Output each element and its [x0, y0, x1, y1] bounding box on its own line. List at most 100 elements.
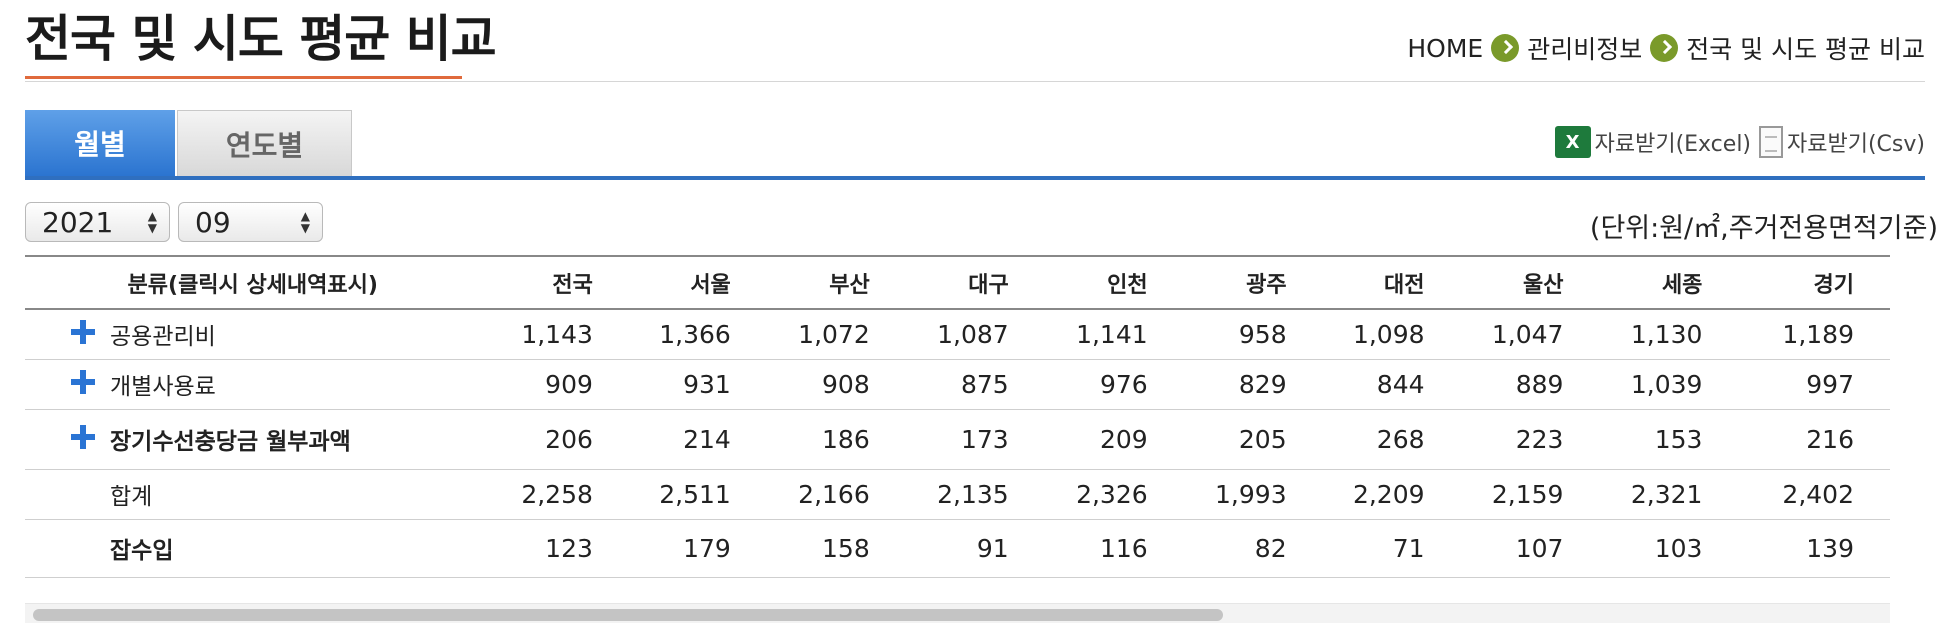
table-cell: 268 — [1376, 424, 1425, 454]
download-csv-button[interactable]: 자료받기(Csv) — [1759, 126, 1925, 158]
breadcrumb-current-page: 전국 및 시도 평균 비교 — [1686, 35, 1925, 64]
tab-yearly[interactable]: 연도별 — [177, 110, 352, 176]
table-cell: 158 — [822, 533, 870, 563]
table-cell: 1,072 — [798, 319, 870, 349]
row-label: 잡수입 — [110, 538, 174, 564]
table-cell: 909 — [545, 369, 593, 399]
table-cell: 123 — [545, 533, 593, 563]
chevron-right-icon — [1650, 34, 1679, 62]
column-header: 대전 — [1384, 272, 1425, 298]
table-cell: 179 — [683, 533, 731, 563]
column-header: 부산 — [829, 272, 870, 298]
table-cell: 1,141 — [1076, 319, 1148, 349]
table-cell: 2,402 — [1782, 479, 1854, 509]
table-cell: 889 — [1515, 369, 1564, 399]
table-cell: 1,047 — [1491, 319, 1564, 349]
excel-icon: X — [1554, 126, 1591, 158]
row-label: 장기수선충당금 월부과액 — [110, 429, 351, 455]
table-cell: 209 — [1099, 424, 1148, 454]
scrollbar-thumb[interactable] — [33, 609, 1223, 621]
table-cell: 1,098 — [1352, 319, 1425, 349]
column-header: 서울 — [690, 272, 731, 298]
table-cell: 91 — [976, 533, 1009, 563]
table-cell: 71 — [1392, 533, 1425, 563]
table-cell: 223 — [1515, 424, 1564, 454]
table-header-row: 분류(클릭시 상세내역표시) 전국 서울 부산 대구 인천 광주 대전 울산 세… — [25, 256, 1890, 309]
table-row[interactable]: 장기수선충당금 월부과액 206 214 186 173 209 205 268… — [25, 409, 1890, 469]
table-cell: 2,511 — [659, 479, 731, 509]
table-cell: 2,321 — [1630, 479, 1703, 509]
month-value: 09 — [195, 205, 231, 239]
unit-note: (단위:원/㎡,주거전용면적기준) — [1589, 213, 1938, 244]
table-cell: 139 — [1806, 533, 1854, 563]
month-select[interactable]: 09 ▲ ▼ — [178, 202, 323, 242]
table-cell: 2,166 — [798, 479, 870, 509]
breadcrumb-management-fee-info[interactable]: 관리비정보 — [1527, 30, 1642, 66]
tab-monthly[interactable]: 월별 — [25, 110, 175, 176]
download-csv-label: 자료받기(Csv) — [1787, 132, 1925, 157]
table-cell: 186 — [822, 424, 870, 454]
plus-icon[interactable] — [71, 320, 95, 345]
breadcrumb: HOME 관리비정보 전국 및 시도 평균 비교 — [1407, 30, 1925, 66]
row-category-long-term-repair[interactable]: 장기수선충당금 월부과액 — [25, 409, 479, 469]
period-tabs: 월별 연도별 X 자료받기(Excel) 자료받기(Csv) — [25, 110, 1925, 180]
table-row-total: 합계 2,258 2,511 2,166 2,135 2,326 1,993 2… — [25, 469, 1890, 519]
breadcrumb-home[interactable]: HOME — [1407, 34, 1483, 63]
table-cell: 1,366 — [659, 319, 731, 349]
column-header: 분류(클릭시 상세내역표시) — [127, 272, 378, 298]
select-arrows-icon: ▲ ▼ — [300, 209, 310, 235]
table-cell: 2,209 — [1352, 479, 1425, 509]
table-cell: 829 — [1238, 369, 1287, 399]
row-category-common-fee[interactable]: 공용관리비 — [25, 309, 479, 359]
download-excel-button[interactable]: X 자료받기(Excel) — [1554, 126, 1752, 158]
column-header: 경기 — [1813, 272, 1854, 298]
table-cell: 116 — [1099, 533, 1148, 563]
year-value: 2021 — [42, 205, 114, 239]
table-cell: 2,258 — [521, 479, 593, 509]
header-divider — [25, 81, 1925, 82]
column-header: 울산 — [1522, 272, 1564, 298]
date-filters: 2021 ▲ ▼ 09 ▲ ▼ — [25, 202, 331, 242]
horizontal-scrollbar[interactable] — [25, 603, 1890, 623]
row-category-total: 합계 — [25, 469, 479, 519]
table-cell: 214 — [683, 424, 731, 454]
chevron-right-icon — [1491, 34, 1520, 62]
table-row-misc-income: 잡수입 123 179 158 91 116 82 71 107 103 139 — [25, 519, 1890, 577]
table-cell: 1,993 — [1215, 479, 1287, 509]
row-label: 공용관리비 — [110, 324, 216, 351]
comparison-table: 분류(클릭시 상세내역표시) 전국 서울 부산 대구 인천 광주 대전 울산 세… — [25, 255, 1890, 578]
page-title: 전국 및 시도 평균 비교 — [25, 10, 497, 68]
download-buttons: X 자료받기(Excel) 자료받기(Csv) — [1547, 126, 1925, 158]
table-cell: 2,135 — [937, 479, 1009, 509]
table-cell: 908 — [822, 369, 870, 399]
table-cell: 216 — [1806, 424, 1854, 454]
table-row[interactable]: 개별사용료 909 931 908 875 976 829 844 889 1,… — [25, 359, 1890, 409]
table-cell: 2,326 — [1076, 479, 1148, 509]
row-category-individual-usage[interactable]: 개별사용료 — [25, 359, 479, 409]
table-cell: 173 — [960, 424, 1009, 454]
download-excel-label: 자료받기(Excel) — [1594, 132, 1752, 157]
table-cell: 997 — [1806, 369, 1854, 399]
table-cell: 958 — [1238, 319, 1287, 349]
table-cell: 931 — [683, 369, 731, 399]
tabs-divider — [25, 176, 1925, 180]
csv-file-icon — [1759, 126, 1784, 158]
table-cell: 1,143 — [521, 319, 593, 349]
plus-icon[interactable] — [71, 370, 95, 394]
table-cell: 1,130 — [1630, 319, 1703, 349]
table-row[interactable]: 공용관리비 1,143 1,366 1,072 1,087 1,141 958 … — [25, 309, 1890, 359]
column-header: 광주 — [1246, 272, 1287, 298]
column-header: 인천 — [1107, 272, 1148, 298]
row-label: 합계 — [110, 484, 153, 510]
table-cell: 82 — [1254, 533, 1287, 563]
row-category-misc-income: 잡수입 — [25, 519, 479, 577]
table-cell: 1,087 — [937, 319, 1009, 349]
table-cell: 1,189 — [1782, 319, 1854, 349]
table-cell: 206 — [545, 424, 593, 454]
select-arrows-icon: ▲ ▼ — [147, 209, 157, 235]
plus-icon[interactable] — [71, 425, 95, 449]
column-header: 전국 — [552, 272, 593, 298]
year-select[interactable]: 2021 ▲ ▼ — [25, 202, 170, 242]
table-cell: 844 — [1376, 369, 1425, 399]
table-cell: 103 — [1654, 533, 1703, 563]
